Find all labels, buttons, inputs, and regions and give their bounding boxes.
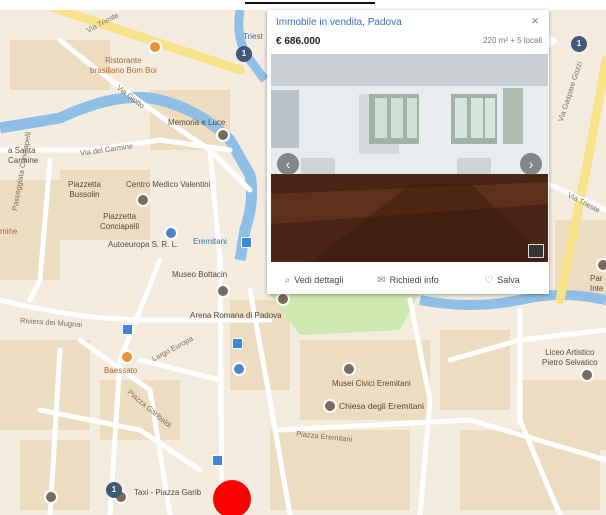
view-details-label: Vedi dettagli xyxy=(294,275,344,285)
bus-stop-icon[interactable] xyxy=(241,237,252,248)
save-button[interactable]: ♡ Salva xyxy=(455,266,549,294)
cluster-badge-left[interactable]: 1 xyxy=(236,46,252,62)
place-centro-medico[interactable]: Centro Medico Valentini xyxy=(126,180,210,190)
place-ristorante[interactable]: Ristorante brasiliano Bom Boi xyxy=(90,56,157,76)
listing-title[interactable]: Immobile in vendita, Padova xyxy=(276,17,402,28)
place-musei-civici[interactable]: Musei Civici Eremitani xyxy=(332,379,411,389)
listing-actions: ⌕ Vedi dettagli ✉ Richiedi info ♡ Salva xyxy=(267,266,549,294)
bus-stop-icon[interactable] xyxy=(122,324,133,335)
map-canvas[interactable]: Ristorante brasiliano Bom Boi Memoria e … xyxy=(0,0,606,515)
museum-icon[interactable] xyxy=(216,284,230,298)
place-chiesa[interactable]: Chiesa degli Eremitani xyxy=(339,401,424,411)
save-label: Salva xyxy=(497,275,520,285)
place-marker-icon[interactable] xyxy=(596,258,606,272)
place-liceo[interactable]: Liceo Artistico Pietro Selvatico xyxy=(542,348,598,368)
request-info-label: Richiedi info xyxy=(389,275,439,285)
bus-stop-icon[interactable] xyxy=(232,338,243,349)
cluster-badge-bottom[interactable]: 1 xyxy=(106,482,122,498)
place-arena[interactable]: Arena Romana di Padova xyxy=(190,311,282,321)
place-bussolin[interactable]: Piazzetta Bussolin xyxy=(68,180,101,200)
place-mine[interactable]: mine xyxy=(0,227,17,237)
restaurant-icon[interactable] xyxy=(148,40,162,54)
cluster-badge-right[interactable]: 1 xyxy=(571,36,587,52)
close-icon[interactable]: × xyxy=(531,13,539,28)
euro-icon[interactable] xyxy=(232,362,246,376)
place-taxi[interactable]: Taxi - Piazza Garib xyxy=(134,488,201,498)
listing-price: € 686.000 xyxy=(276,36,321,47)
place-marker-icon[interactable] xyxy=(216,128,230,142)
view-details-button[interactable]: ⌕ Vedi dettagli xyxy=(267,266,361,294)
museum-icon[interactable] xyxy=(342,362,356,376)
next-photo-button[interactable]: › xyxy=(520,153,542,175)
car-rental-icon[interactable] xyxy=(164,226,178,240)
transit-trieste[interactable]: Triest xyxy=(243,32,263,42)
selected-location-marker[interactable] xyxy=(213,480,251,515)
medical-icon[interactable] xyxy=(136,193,150,207)
landmark-icon[interactable] xyxy=(276,292,290,306)
search-icon: ⌕ xyxy=(284,274,291,286)
place-autoeuropa[interactable]: Autoeuropa S. R. L. xyxy=(108,240,178,250)
bus-stop-icon[interactable] xyxy=(212,455,223,466)
gallery-icon[interactable] xyxy=(528,244,544,258)
listing-photo[interactable]: ‹ › xyxy=(271,54,548,262)
top-line xyxy=(245,2,375,4)
church-icon[interactable] xyxy=(323,399,337,413)
place-conciapelli[interactable]: Piazzetta Conciapelli xyxy=(100,212,139,232)
room-image xyxy=(271,54,548,262)
mail-icon: ✉ xyxy=(377,274,386,286)
place-marker-icon[interactable] xyxy=(44,490,58,504)
place-baessato[interactable]: Baessato xyxy=(104,366,137,376)
listing-specs: 220 m² + 5 locali xyxy=(483,36,542,45)
transit-eremitani[interactable]: Eremitani xyxy=(193,237,227,247)
place-museo-bottacin[interactable]: Museo Bottacin xyxy=(172,270,227,280)
listing-popup: Immobile in vendita, Padova × € 686.000 … xyxy=(267,10,549,294)
cafe-icon[interactable] xyxy=(120,350,134,364)
request-info-button[interactable]: ✉ Richiedi info xyxy=(361,266,455,294)
school-icon[interactable] xyxy=(580,368,594,382)
place-memoria[interactable]: Memoria e Luce xyxy=(168,118,225,128)
prev-photo-button[interactable]: ‹ xyxy=(277,153,299,175)
popup-pointer xyxy=(549,34,558,48)
heart-icon: ♡ xyxy=(484,274,494,286)
place-park-edge[interactable]: Par Inte xyxy=(590,274,603,294)
